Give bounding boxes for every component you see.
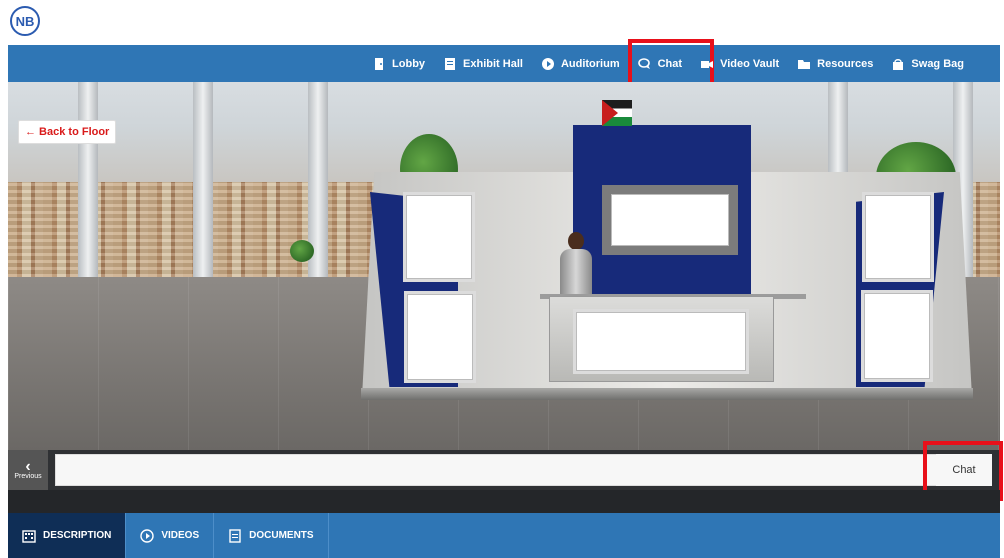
building-icon [22, 529, 36, 543]
back-to-floor-button[interactable]: ← Back to Floor [18, 120, 117, 144]
bag-icon [893, 58, 904, 70]
nav-exhibit-hall[interactable]: Exhibit Hall [443, 45, 523, 82]
nav-swag-bag[interactable]: Swag Bag [891, 45, 964, 82]
booth-main-screen[interactable] [602, 185, 738, 255]
booth-info-tabs: DESCRIPTION VIDEOS DOCUMENTS [8, 513, 1000, 558]
booth-navigation-bar: ‹ Previous Chat [8, 441, 1003, 501]
nav-label: Swag Bag [911, 57, 964, 70]
top-navigation: Lobby Exhibit Hall Auditorium Chat Video… [8, 39, 1000, 103]
booth-attendant-avatar [556, 232, 594, 300]
previous-label: Previous [14, 472, 42, 480]
nav-chat[interactable]: Chat [627, 39, 715, 103]
tab-videos[interactable]: VIDEOS [126, 513, 215, 558]
site-logo[interactable]: NB [10, 6, 40, 36]
plant-decoration [290, 240, 314, 262]
play-circle-icon [140, 528, 155, 543]
booth-left-top-display[interactable] [403, 192, 475, 282]
nav-lobby[interactable]: Lobby [372, 45, 425, 82]
tab-label: DESCRIPTION [43, 530, 112, 541]
content-separator [8, 490, 1000, 513]
nav-label: Video Vault [720, 57, 780, 70]
flag-decoration [602, 100, 632, 126]
nav-label: Auditorium [560, 57, 620, 70]
tab-label: DOCUMENTS [249, 530, 314, 541]
nav-label: Exhibit Hall [463, 57, 523, 70]
tab-description[interactable]: DESCRIPTION [8, 513, 127, 558]
previous-button[interactable]: ‹ Previous [8, 450, 48, 490]
nav-label: Chat [657, 57, 683, 70]
window-pillar [193, 82, 213, 292]
booth-right-top-display[interactable] [862, 192, 934, 282]
window-pillar [78, 82, 98, 292]
booth-icon [445, 57, 456, 70]
booth-base [361, 388, 973, 400]
play-circle-icon [541, 57, 554, 70]
door-icon [375, 57, 384, 70]
folder-icon [798, 59, 811, 69]
nav-label: Lobby [392, 57, 426, 70]
window-pillar [308, 82, 328, 292]
video-camera-icon [701, 60, 714, 68]
exhibit-booth-scene: ← Back to Floor [8, 82, 1000, 450]
booth-left-bottom-display[interactable] [404, 291, 476, 383]
nav-video-vault[interactable]: Video Vault [700, 45, 779, 82]
nav-label: Resources [817, 57, 874, 70]
nav-resources[interactable]: Resources [797, 45, 873, 82]
chat-bubble-icon [637, 57, 650, 69]
open-chat-button[interactable]: Chat [923, 441, 1003, 501]
nav-auditorium[interactable]: Auditorium [541, 45, 620, 82]
counter-display[interactable] [573, 309, 749, 374]
tab-documents[interactable]: DOCUMENTS [214, 513, 329, 558]
booth-carousel-area[interactable] [55, 454, 992, 486]
document-icon [229, 528, 241, 543]
logo-bar: NB [0, 0, 1004, 45]
tab-label: VIDEOS [161, 530, 200, 541]
chevron-left-icon: ‹ [25, 457, 31, 475]
chat-label: Chat [952, 464, 976, 476]
booth-right-bottom-display[interactable] [861, 290, 933, 382]
